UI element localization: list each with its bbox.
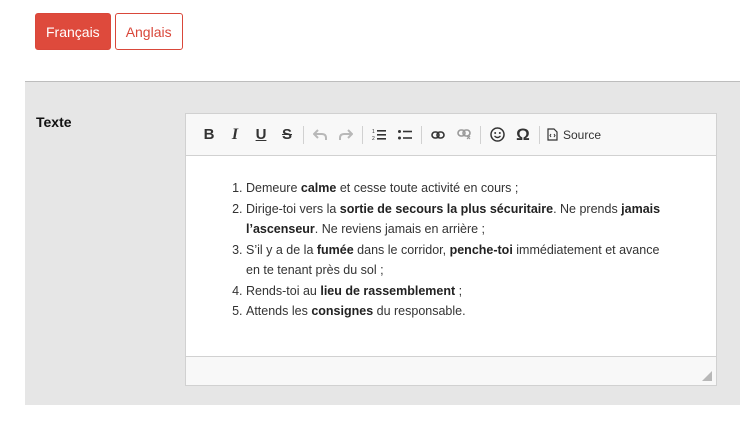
field-label: Texte xyxy=(36,114,72,130)
toolbar-separator xyxy=(539,125,540,144)
bold-text: lieu de rassemblement xyxy=(320,283,456,298)
bold-text: penche-toi xyxy=(449,242,513,257)
source-button[interactable]: Source xyxy=(543,122,605,148)
numbered-list-icon: 1 2 xyxy=(372,129,386,141)
text-segment: Attends les xyxy=(246,304,312,318)
rich-text-editor: B I U S 1 2 Ω Source 1. Demeure calme et… xyxy=(185,113,717,386)
editor-content[interactable]: Demeure calme et cesse toute activité en… xyxy=(186,156,716,356)
redo-button[interactable] xyxy=(333,122,359,148)
emoji-button[interactable] xyxy=(484,122,510,148)
list-item: Rends-toi au lieu de rassemblement ; xyxy=(246,281,676,302)
bulleted-list-icon xyxy=(398,129,412,139)
link-icon xyxy=(431,130,445,139)
text-segment: Demeure xyxy=(246,181,301,195)
toolbar-separator xyxy=(362,125,363,144)
text-segment: dans le corridor, xyxy=(353,242,450,257)
text-segment: du responsable. xyxy=(373,304,466,318)
svg-text:2: 2 xyxy=(372,136,375,141)
text-segment: S’il y a de la xyxy=(246,242,317,257)
lang-button-french[interactable]: Français xyxy=(35,13,111,50)
bold-text: fumée xyxy=(316,242,354,257)
bold-button[interactable]: B xyxy=(196,122,222,148)
text-segment: Dirige-toi vers la xyxy=(246,201,340,216)
undo-button[interactable] xyxy=(307,122,333,148)
undo-icon xyxy=(313,128,327,140)
resize-handle[interactable] xyxy=(702,371,712,381)
lang-button-english[interactable]: Anglais xyxy=(114,13,183,50)
text-segment: ; xyxy=(455,283,463,298)
toolbar-separator xyxy=(303,125,304,144)
text-segment: Rends-toi au xyxy=(246,283,321,298)
toolbar-separator xyxy=(480,125,481,144)
underline-button[interactable]: U xyxy=(248,122,274,148)
list-item: Demeure calme et cesse toute activité en… xyxy=(246,178,676,199)
list-item: S’il y a de la fumée dans le corridor, p… xyxy=(246,240,676,281)
form-panel: Texte B I U S 1 2 Ω Source 1. Demeure ca… xyxy=(25,81,740,405)
toolbar-separator xyxy=(421,125,422,144)
strikethrough-button[interactable]: S xyxy=(274,122,300,148)
italic-button[interactable]: I xyxy=(222,122,248,148)
editor-statusbar xyxy=(186,356,716,385)
bold-text: consignes xyxy=(311,304,374,318)
special-char-button[interactable]: Ω xyxy=(510,122,536,148)
text-segment: et cesse toute activité en cours ; xyxy=(336,181,519,195)
text-segment: . Ne prends xyxy=(553,201,622,216)
redo-icon xyxy=(339,128,353,140)
language-tabs: Français Anglais xyxy=(35,13,183,50)
numbered-list: Demeure calme et cesse toute activité en… xyxy=(230,178,676,322)
numbered-list-button[interactable]: 1 2 xyxy=(366,122,392,148)
text-segment: . Ne reviens jamais en arrière ; xyxy=(314,222,485,236)
bulleted-list-button[interactable] xyxy=(392,122,418,148)
bold-text: sortie de secours la plus sécuritaire xyxy=(339,201,554,216)
list-item: Attends les consignes du responsable. xyxy=(246,301,676,322)
unlink-icon xyxy=(457,129,471,140)
editor-toolbar: B I U S 1 2 Ω Source xyxy=(186,114,716,156)
smiley-icon xyxy=(489,127,505,142)
source-file-icon xyxy=(547,128,558,141)
source-label: Source xyxy=(563,127,602,142)
bold-text: calme xyxy=(300,181,337,195)
list-item: Dirige-toi vers la sortie de secours la … xyxy=(246,199,676,240)
unlink-button[interactable] xyxy=(451,122,477,148)
link-button[interactable] xyxy=(425,122,451,148)
svg-text:1: 1 xyxy=(372,129,375,135)
